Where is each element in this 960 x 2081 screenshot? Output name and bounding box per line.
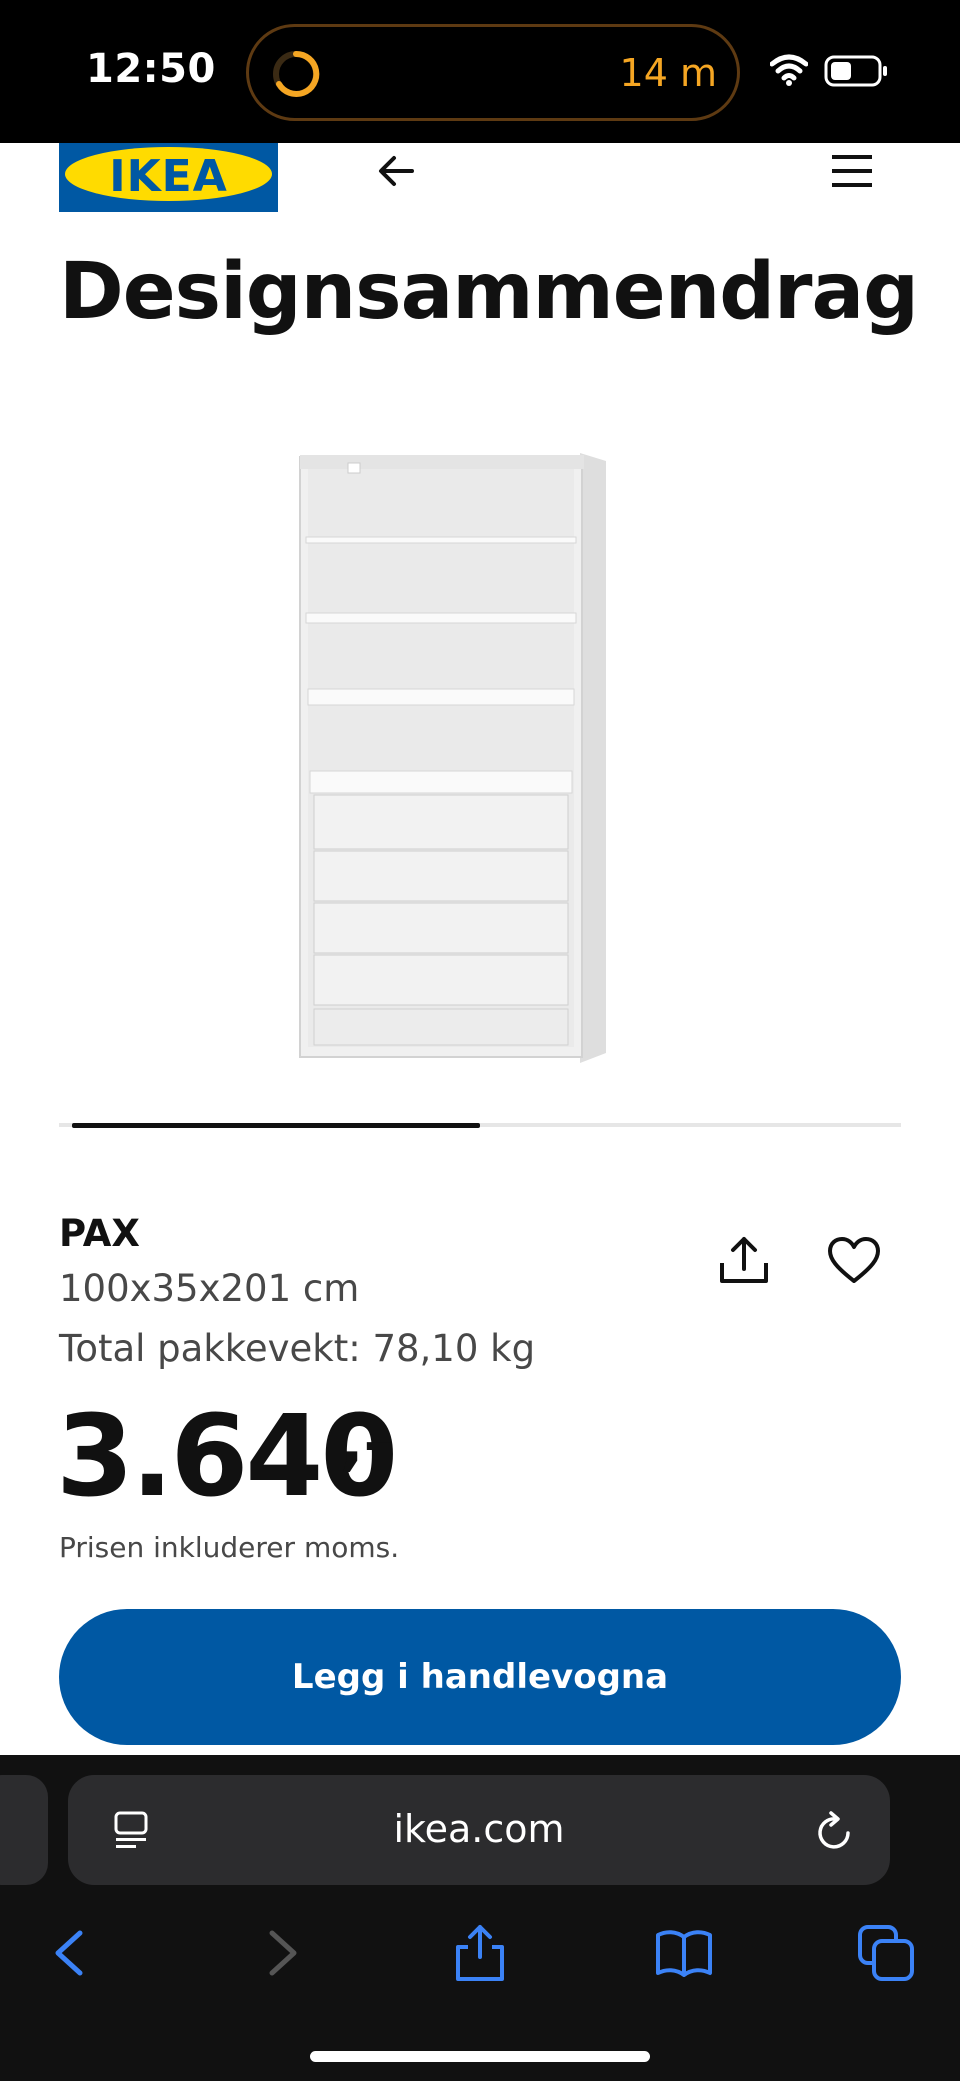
price-note: Prisen inkluderer moms. (59, 1531, 400, 1564)
product-weight: Total pakkevekt: 78,10 kg (59, 1327, 536, 1370)
status-time: 12:50 (86, 46, 216, 92)
timer-ring-icon (273, 50, 320, 97)
address-bar[interactable]: ikea.com (68, 1775, 890, 1885)
page-title: Designsammendrag (59, 247, 919, 337)
previous-tab-peek[interactable] (0, 1775, 48, 1885)
home-indicator[interactable] (310, 2051, 650, 2062)
back-arrow-icon[interactable] (372, 147, 420, 195)
image-carousel-progress[interactable] (59, 1123, 901, 1128)
product-image[interactable] (290, 453, 620, 1063)
add-to-cart-button[interactable]: Legg i handlevogna (59, 1609, 901, 1745)
ikea-logo[interactable]: IKEA (59, 143, 278, 212)
share-icon[interactable] (716, 1233, 772, 1289)
product-dimensions: 100x35x201 cm (59, 1267, 360, 1310)
heart-icon[interactable] (826, 1233, 882, 1289)
price-suffix: ,– (340, 1405, 395, 1478)
battery-icon (824, 55, 887, 87)
timer-label: 14 m (619, 51, 717, 95)
back-icon[interactable] (42, 1923, 102, 1983)
logo-text: IKEA (109, 151, 228, 202)
status-bar: 12:50 14 m (0, 0, 960, 143)
page-content: IKEA Designsammendrag PAX 100x35x201 cm … (0, 143, 960, 1755)
carousel-progress-indicator (72, 1123, 480, 1128)
tabs-icon[interactable] (856, 1923, 916, 1983)
wifi-icon (770, 54, 808, 86)
hamburger-menu-icon[interactable] (828, 149, 876, 193)
browser-nav-row (0, 1905, 960, 2005)
browser-toolbar: ikea.com (0, 1755, 960, 2081)
url-text: ikea.com (393, 1807, 565, 1851)
bookmarks-icon[interactable] (654, 1923, 714, 1983)
share-icon[interactable] (450, 1923, 510, 1983)
reload-icon[interactable] (814, 1809, 856, 1853)
dynamic-island[interactable]: 14 m (246, 24, 740, 121)
forward-icon[interactable] (250, 1923, 310, 1983)
product-name: PAX (59, 1212, 140, 1255)
